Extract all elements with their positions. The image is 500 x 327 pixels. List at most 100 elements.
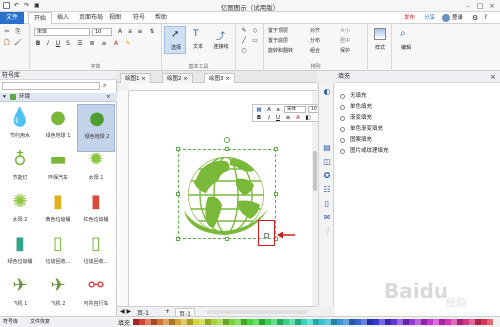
tab-insert[interactable]: 插入: [52, 12, 74, 24]
symbol-item[interactable]: ✹ 太阳 1: [77, 146, 115, 194]
fill-option[interactable]: 单色渐变填充: [340, 125, 383, 134]
symbol-item[interactable]: ▮ 黄色垃圾桶: [39, 188, 77, 236]
color-swatch[interactable]: [487, 319, 493, 325]
highlight-icon[interactable]: ✎: [124, 40, 132, 48]
binoculars-icon[interactable]: ⌕: [400, 28, 406, 39]
symbol-item[interactable]: 💧 节约用水: [1, 104, 39, 152]
text-tool-button[interactable]: T 文本: [188, 26, 208, 54]
font-color-icon[interactable]: A: [112, 40, 120, 48]
login-button[interactable]: 登录: [452, 14, 463, 22]
mini-style-icon[interactable]: ▦: [255, 106, 263, 114]
fill-option[interactable]: 图片或纹理填充: [340, 147, 389, 156]
library-search-input[interactable]: [2, 82, 100, 90]
align-left-icon[interactable]: ≣: [88, 40, 96, 48]
strikethrough-icon[interactable]: S: [64, 40, 72, 48]
font-name-select[interactable]: 宋体: [34, 28, 90, 36]
undo-icon[interactable]: ↶: [14, 2, 19, 9]
italic-icon[interactable]: I: [44, 40, 52, 48]
page-nav-icon[interactable]: ◀ ▶: [120, 308, 131, 315]
symbol-item[interactable]: ⚯ 可共自行车: [77, 272, 115, 320]
shrink-font-icon[interactable]: a: [126, 28, 134, 36]
shape-icon[interactable]: ◇: [251, 27, 259, 35]
tab-drawing-3[interactable]: 绘图3 ×: [204, 73, 235, 83]
line-spacing-icon[interactable]: ≡: [136, 28, 144, 36]
mini-font-color-icon[interactable]: A: [294, 114, 302, 122]
document-panel-icon[interactable]: ▯: [322, 199, 332, 209]
symbol-item[interactable]: ▮ 绿色垃圾桶: [1, 230, 39, 278]
bullet-list-icon[interactable]: ☰: [76, 40, 84, 48]
mini-bold-icon[interactable]: B: [255, 114, 263, 122]
resize-handle-bl[interactable]: [176, 237, 180, 241]
resize-handle-l[interactable]: [176, 192, 180, 196]
fill-panel-icon[interactable]: ◐: [322, 87, 332, 97]
resize-handle-tl[interactable]: [176, 147, 180, 151]
radio-icon[interactable]: [340, 94, 345, 99]
ellipse-icon[interactable]: ○: [240, 47, 248, 55]
redo-icon[interactable]: ↷: [24, 2, 29, 9]
color-swatches[interactable]: [133, 319, 493, 325]
size-button[interactable]: 大小: [340, 27, 350, 35]
symbol-item[interactable]: ● 绿色地球 2: [77, 104, 115, 152]
tab-help[interactable]: 帮助: [150, 12, 172, 24]
radio-icon[interactable]: [340, 127, 345, 132]
help-panel-icon[interactable]: ❔: [322, 227, 332, 237]
minimize-button[interactable]: –: [463, 1, 473, 11]
tab-view[interactable]: 视图: [104, 12, 126, 24]
symbol-item[interactable]: ✈ 飞机 1: [1, 272, 39, 320]
pen-icon[interactable]: ✎: [240, 27, 248, 35]
settings-gear-icon[interactable]: ⚙: [472, 14, 478, 22]
symbol-item[interactable]: ✺ 太阳 2: [1, 188, 39, 236]
align-center-icon[interactable]: ≡: [100, 40, 108, 48]
tab-file[interactable]: 文件: [0, 12, 24, 24]
help-icon[interactable]: ?: [484, 14, 487, 22]
share-button[interactable]: 分享: [424, 14, 435, 22]
fill-option[interactable]: 无填充: [340, 92, 367, 101]
bold-icon[interactable]: B: [34, 40, 42, 48]
rotate-handle[interactable]: [224, 137, 230, 143]
protect-button[interactable]: 保护: [340, 47, 350, 55]
line-panel-icon[interactable]: ▤: [322, 143, 332, 153]
radio-icon[interactable]: [340, 116, 345, 121]
mini-italic-icon[interactable]: I: [265, 114, 273, 122]
fill-option[interactable]: 单色填充: [340, 103, 372, 112]
maximize-button[interactable]: □: [475, 1, 485, 11]
symbol-item[interactable]: ▬ 环保汽车: [39, 146, 77, 194]
bring-to-front-button[interactable]: 置于顶层: [268, 27, 288, 35]
scroll-thumb[interactable]: [313, 151, 317, 191]
mini-list-icon[interactable]: ≡: [284, 114, 292, 122]
mini-fill-icon[interactable]: ◧: [304, 114, 312, 122]
mini-underline-icon[interactable]: U: [274, 114, 282, 122]
paste-icon[interactable]: 📋: [3, 39, 11, 47]
format-painter-icon[interactable]: 🖌: [14, 39, 22, 47]
group-button[interactable]: 组合: [310, 47, 320, 55]
symbol-item[interactable]: ♁ 节能灯: [1, 146, 39, 194]
rotate-flip-button[interactable]: 旋转和翻转: [268, 47, 293, 55]
mini-font-select[interactable]: 宋体: [284, 106, 306, 113]
layer-panel-icon[interactable]: ☷: [322, 185, 332, 195]
publish-button[interactable]: 发布: [404, 14, 415, 22]
symbol-item[interactable]: ▮ 红色垃圾桶: [77, 188, 115, 236]
page-panel-icon[interactable]: ✪: [322, 171, 332, 181]
resize-handle-b[interactable]: [225, 237, 229, 241]
style-label[interactable]: 样式: [368, 44, 392, 51]
tab-home[interactable]: 开始: [28, 12, 53, 24]
fill-option[interactable]: 渐变填充: [340, 114, 372, 123]
symbol-item[interactable]: ● 绿色地球 1: [39, 104, 77, 152]
fill-option[interactable]: 图案填充: [340, 136, 372, 145]
collapse-icon[interactable]: ▾: [3, 93, 6, 102]
radio-icon[interactable]: [340, 105, 345, 110]
connector-tool-button[interactable]: ⤴ 连接线: [210, 26, 232, 54]
horizontal-scrollbar[interactable]: [207, 310, 307, 314]
radio-icon[interactable]: [340, 138, 345, 143]
radio-icon[interactable]: [340, 149, 345, 154]
copy-icon[interactable]: ⎘: [14, 28, 22, 36]
style-icon[interactable]: [374, 28, 386, 40]
tab-page-layout[interactable]: 页面布局: [74, 12, 108, 24]
shadow-panel-icon[interactable]: ◫: [322, 157, 332, 167]
resize-handle-tr[interactable]: [274, 147, 278, 151]
tab-drawing-2[interactable]: 绘图2 ×: [162, 73, 193, 83]
resize-handle-r[interactable]: [274, 192, 278, 196]
rectangle-icon[interactable]: ▭: [251, 37, 259, 45]
symbol-item[interactable]: ✈ 飞机 2: [39, 272, 77, 320]
symbol-item[interactable]: ▯ 垃圾回收...: [77, 230, 115, 278]
